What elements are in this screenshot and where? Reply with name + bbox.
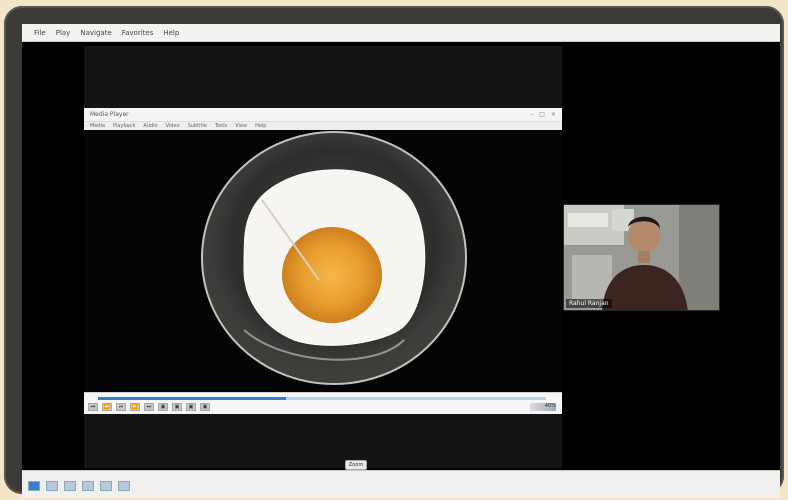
menu-help[interactable]: Help: [163, 29, 179, 37]
app-icon[interactable]: [100, 481, 112, 491]
fullscreen-icon[interactable]: ▣: [158, 403, 168, 411]
loop-icon[interactable]: ▣: [186, 403, 196, 411]
next-icon[interactable]: ⏭: [144, 403, 154, 411]
app-icon[interactable]: [82, 481, 94, 491]
previous-icon[interactable]: ⏮: [88, 403, 98, 411]
menu-file[interactable]: File: [34, 29, 46, 37]
window-controls: – □ ×: [530, 111, 562, 118]
video-frame[interactable]: [84, 130, 562, 400]
participant-video-tile[interactable]: Rahul Ranjan: [563, 204, 720, 311]
rewind-icon[interactable]: ⏪: [102, 403, 112, 411]
menu-favorites[interactable]: Favorites: [122, 29, 154, 37]
player-menu-subtitle[interactable]: Subtitle: [188, 123, 207, 129]
participant-name-label: Rahul Ranjan: [566, 299, 612, 308]
zoom-chip[interactable]: Zoom: [345, 460, 367, 470]
player-menu-video[interactable]: Video: [166, 123, 180, 129]
menu-navigate[interactable]: Navigate: [80, 29, 111, 37]
app-icon[interactable]: [118, 481, 130, 491]
player-menu-playback[interactable]: Playback: [113, 123, 135, 129]
play-pause-icon[interactable]: ⏯: [116, 403, 126, 411]
player-menu-help[interactable]: Help: [255, 123, 266, 129]
player-controls: ⏮ ⏪ ⏯ ⏩ ⏭ ▣ ▣ ▣ ▣ 40%: [84, 392, 562, 414]
player-button-group: ⏮ ⏪ ⏯ ⏩ ⏭ ▣ ▣ ▣ ▣: [88, 403, 210, 411]
seek-bar[interactable]: [98, 397, 546, 400]
shuffle-icon[interactable]: ▣: [200, 403, 210, 411]
fast-forward-icon[interactable]: ⏩: [130, 403, 140, 411]
app-icon[interactable]: [64, 481, 76, 491]
menu-play[interactable]: Play: [56, 29, 71, 37]
taskbar: [22, 470, 780, 498]
minimize-button[interactable]: –: [530, 111, 533, 118]
screen: File Play Navigate Favorites Help Media …: [22, 24, 780, 498]
app-icon[interactable]: [46, 481, 58, 491]
maximize-button[interactable]: □: [539, 111, 545, 118]
player-titlebar: Media Player – □ ×: [84, 108, 562, 122]
taskbar-icons: [28, 481, 130, 491]
video-scene: [84, 130, 562, 400]
player-menubar: Media Playback Audio Video Subtitle Tool…: [84, 122, 562, 130]
seek-progress: [98, 397, 287, 400]
close-button[interactable]: ×: [551, 111, 556, 118]
host-menubar: File Play Navigate Favorites Help: [22, 24, 780, 42]
volume-slider[interactable]: 40%: [530, 403, 556, 411]
participant-video: [564, 205, 719, 310]
playlist-icon[interactable]: ▣: [172, 403, 182, 411]
player-menu-tools[interactable]: Tools: [215, 123, 227, 129]
player-window-title: Media Player: [90, 111, 129, 118]
device-frame: File Play Navigate Favorites Help Media …: [4, 6, 784, 498]
start-icon[interactable]: [28, 481, 40, 491]
player-menu-media[interactable]: Media: [90, 123, 105, 129]
player-menu-audio[interactable]: Audio: [143, 123, 157, 129]
player-menu-view[interactable]: View: [235, 123, 247, 129]
